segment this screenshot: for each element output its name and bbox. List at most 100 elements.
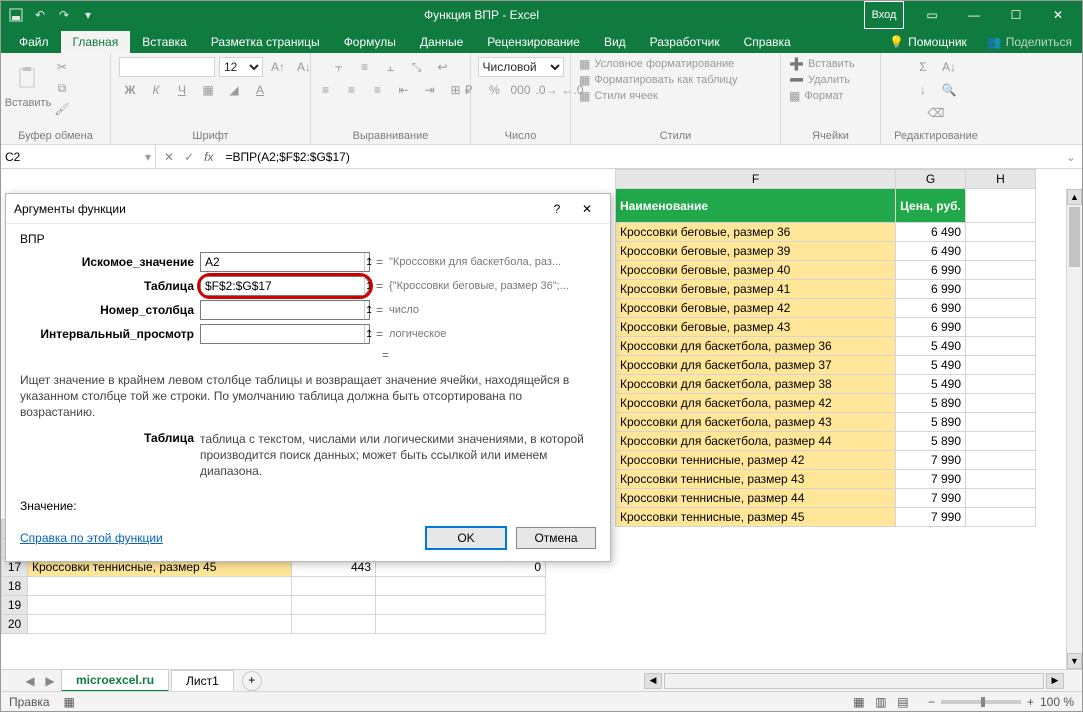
col-header-f[interactable]: F <box>616 170 896 189</box>
align-center-icon[interactable]: ≡ <box>341 80 363 100</box>
table-cell[interactable]: Кроссовки для баскетбола, размер 38 <box>616 375 896 394</box>
table-cell[interactable]: Кроссовки для баскетбола, размер 44 <box>616 432 896 451</box>
formula-input[interactable]: =ВПР(A2;$F$2:$G$17) <box>221 150 1059 164</box>
tab-view[interactable]: Вид <box>592 31 638 53</box>
dialog-close-icon[interactable]: ✕ <box>572 197 602 221</box>
table-cell[interactable]: Кроссовки беговые, размер 40 <box>616 261 896 280</box>
table-cell[interactable] <box>966 299 1036 318</box>
tab-data[interactable]: Данные <box>408 31 475 53</box>
close-icon[interactable]: ✕ <box>1038 1 1078 29</box>
table-cell[interactable] <box>966 413 1036 432</box>
table-cell[interactable]: Кроссовки теннисные, размер 44 <box>616 489 896 508</box>
find-icon[interactable]: 🔍 <box>938 80 960 100</box>
ok-button[interactable]: OK <box>426 527 506 549</box>
tab-help[interactable]: Справка <box>732 31 803 53</box>
table-cell[interactable]: Кроссовки теннисные, размер 45 <box>616 508 896 527</box>
redo-icon[interactable]: ↷ <box>53 4 75 26</box>
table-cell[interactable]: 6 990 <box>896 261 966 280</box>
format-cells-button[interactable]: ▦Формат <box>789 89 843 103</box>
conditional-format-button[interactable]: ▦Условное форматирование <box>579 57 734 71</box>
table-cell[interactable] <box>966 394 1036 413</box>
table-cell[interactable]: Кроссовки для баскетбола, размер 36 <box>616 337 896 356</box>
sheet-nav-prev-icon[interactable]: ◀ <box>21 674 39 688</box>
inc-decimal-icon[interactable]: .0→ <box>536 80 558 100</box>
delete-cells-button[interactable]: ➖Удалить <box>789 73 850 87</box>
table-cell[interactable] <box>966 318 1036 337</box>
align-bottom-icon[interactable]: ⫠ <box>380 57 402 77</box>
fx-icon[interactable]: fx <box>204 150 213 164</box>
share-button[interactable]: 👥Поделиться <box>977 31 1082 53</box>
tab-developer[interactable]: Разработчик <box>638 31 732 53</box>
table-cell[interactable]: Кроссовки беговые, размер 36 <box>616 223 896 242</box>
table-cell[interactable] <box>966 242 1036 261</box>
italic-icon[interactable]: К <box>145 80 167 100</box>
row-header[interactable]: 19 <box>2 596 28 615</box>
sort-filter-icon[interactable]: A↓ <box>938 57 960 77</box>
format-painter-icon[interactable]: 🖌 <box>51 99 73 119</box>
bold-icon[interactable]: Ж <box>119 80 141 100</box>
table-cell[interactable]: 5 490 <box>896 356 966 375</box>
sheet-tab[interactable]: Лист1 <box>171 670 234 691</box>
number-format-select[interactable]: Числовой <box>478 57 564 77</box>
login-button[interactable]: Вход <box>864 1 904 29</box>
function-help-link[interactable]: Справка по этой функции <box>20 531 163 545</box>
autosum-icon[interactable]: Σ <box>912 57 934 77</box>
wrap-text-icon[interactable]: ↩ <box>432 57 454 77</box>
view-pagebreak-icon[interactable]: ▤ <box>892 695 914 709</box>
tell-me[interactable]: 💡Помощник <box>879 31 977 53</box>
insert-cells-button[interactable]: ➕Вставить <box>789 57 855 71</box>
table-cell[interactable]: Кроссовки беговые, размер 39 <box>616 242 896 261</box>
fill-color-icon[interactable]: ◢ <box>223 80 245 100</box>
table-cell[interactable]: 6 990 <box>896 280 966 299</box>
table-cell[interactable]: 7 990 <box>896 508 966 527</box>
tab-review[interactable]: Рецензирование <box>475 31 592 53</box>
border-icon[interactable]: ▦ <box>197 80 219 100</box>
header-price[interactable]: Цена, руб. <box>896 189 966 223</box>
scroll-right-icon[interactable]: ▶ <box>1046 673 1064 689</box>
table-cell[interactable]: 5 890 <box>896 394 966 413</box>
table-cell[interactable] <box>966 470 1036 489</box>
macro-record-icon[interactable]: ▦ <box>64 695 75 709</box>
currency-icon[interactable]: ₽ <box>458 80 480 100</box>
tab-pagelayout[interactable]: Разметка страницы <box>199 31 332 53</box>
font-size-select[interactable]: 12 <box>219 57 263 77</box>
table-cell[interactable] <box>966 223 1036 242</box>
table-cell[interactable]: Кроссовки для баскетбола, размер 37 <box>616 356 896 375</box>
table-cell[interactable] <box>966 489 1036 508</box>
enter-formula-icon[interactable]: ✓ <box>184 150 194 164</box>
comma-icon[interactable]: 000 <box>510 80 532 100</box>
arg-input[interactable] <box>201 325 364 343</box>
paste-button[interactable]: Вставить <box>9 60 47 116</box>
col-header-h[interactable]: H <box>966 170 1036 189</box>
arg-input[interactable] <box>201 301 364 319</box>
zoom-out-icon[interactable]: − <box>928 695 935 709</box>
cut-icon[interactable]: ✂ <box>51 57 73 77</box>
table-cell[interactable]: Кроссовки для баскетбола, размер 42 <box>616 394 896 413</box>
font-family-select[interactable] <box>119 57 215 77</box>
table-cell[interactable]: Кроссовки теннисные, размер 43 <box>616 470 896 489</box>
vertical-scrollbar[interactable]: ▲ ▼ <box>1066 189 1082 669</box>
arg-input[interactable] <box>201 253 364 271</box>
scroll-down-icon[interactable]: ▼ <box>1067 653 1082 669</box>
align-right-icon[interactable]: ≡ <box>367 80 389 100</box>
row-header[interactable]: 20 <box>2 615 28 634</box>
horizontal-scrollbar[interactable]: ◀ ▶ <box>264 673 1082 689</box>
scroll-thumb[interactable] <box>1069 207 1080 267</box>
zoom-slider[interactable] <box>941 700 1021 704</box>
table-cell[interactable]: 5 490 <box>896 375 966 394</box>
col-header-g[interactable]: G <box>896 170 966 189</box>
align-top-icon[interactable]: ⫟ <box>328 57 350 77</box>
table-cell[interactable]: 6 490 <box>896 223 966 242</box>
table-cell[interactable]: 6 490 <box>896 242 966 261</box>
tab-file[interactable]: Файл <box>7 31 61 53</box>
table-cell[interactable] <box>966 280 1036 299</box>
increase-font-icon[interactable]: A↑ <box>267 57 289 77</box>
table-cell[interactable]: Кроссовки беговые, размер 41 <box>616 280 896 299</box>
save-icon[interactable] <box>5 4 27 26</box>
table-cell[interactable] <box>966 337 1036 356</box>
header-name[interactable]: Наименование <box>616 189 896 223</box>
align-middle-icon[interactable]: ≡ <box>354 57 376 77</box>
minimize-icon[interactable]: — <box>954 1 994 29</box>
table-cell[interactable]: 6 990 <box>896 299 966 318</box>
table-cell[interactable]: Кроссовки беговые, размер 42 <box>616 299 896 318</box>
